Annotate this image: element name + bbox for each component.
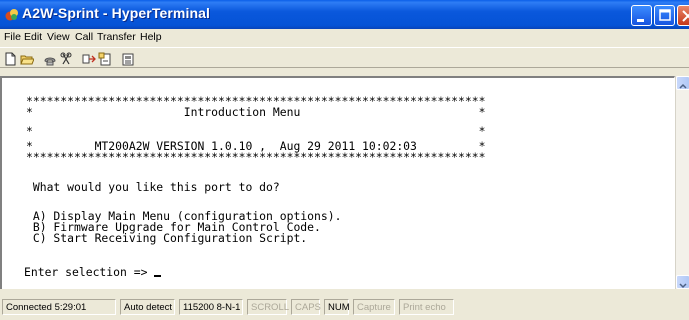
selection-prompt-label: Enter selection => <box>24 265 155 279</box>
menu-bar: File Edit View Call Transfer Help <box>0 29 689 47</box>
toolbar <box>0 47 689 68</box>
status-port-settings: 115200 8-N-1 <box>179 299 243 315</box>
window-title: A2W-Sprint - HyperTerminal <box>22 5 210 21</box>
terminal-prompt-question: What would you like this port to do? <box>26 180 280 194</box>
status-scroll: SCROLL <box>247 299 289 315</box>
terminal-line: * Introduction Menu * <box>26 105 486 119</box>
chevron-down-icon <box>679 283 687 289</box>
minimize-icon <box>637 19 644 22</box>
hyperterminal-window: A2W-Sprint - HyperTerminal File Edit Vie… <box>0 0 689 320</box>
scroll-up-button[interactable] <box>676 76 689 90</box>
status-num: NUM <box>324 299 350 315</box>
menu-transfer[interactable]: Transfer <box>97 31 136 43</box>
disconnect-icon[interactable] <box>59 51 73 65</box>
maximize-icon <box>659 9 671 21</box>
minimize-button[interactable] <box>631 5 652 26</box>
status-detect: Auto detect <box>120 299 175 315</box>
send-icon[interactable] <box>82 51 96 65</box>
status-capture: Capture <box>353 299 395 315</box>
selection-prompt[interactable]: Enter selection => <box>24 265 162 279</box>
terminal-text: ****************************************… <box>24 95 666 288</box>
menu-view[interactable]: View <box>47 31 70 43</box>
status-connected: Connected 5:29:01 <box>2 299 116 315</box>
terminal-line: ****************************************… <box>26 150 486 164</box>
receive-icon[interactable] <box>98 51 112 66</box>
terminal-line: * * <box>26 124 486 138</box>
close-button[interactable] <box>677 5 689 26</box>
open-icon[interactable] <box>20 51 35 65</box>
status-print-echo: Print echo <box>399 299 454 315</box>
menu-option-c: C) Start Receiving Configuration Script. <box>26 231 308 245</box>
status-caps: CAPS <box>291 299 321 315</box>
call-icon[interactable] <box>43 51 57 66</box>
menu-help[interactable]: Help <box>140 31 162 43</box>
menu-call[interactable]: Call <box>75 31 93 43</box>
menu-edit[interactable]: Edit <box>24 31 42 43</box>
maximize-button[interactable] <box>654 5 675 26</box>
hyperterminal-icon[interactable] <box>5 7 19 21</box>
scroll-down-button[interactable] <box>676 275 689 289</box>
new-icon[interactable] <box>3 51 17 66</box>
text-cursor <box>154 275 162 277</box>
status-bar: Connected 5:29:01 Auto detect 115200 8-N… <box>0 296 689 320</box>
title-bar[interactable]: A2W-Sprint - HyperTerminal <box>0 0 689 29</box>
properties-icon[interactable] <box>121 51 135 66</box>
chevron-up-icon <box>679 83 687 89</box>
vertical-scrollbar[interactable] <box>675 76 689 289</box>
close-icon <box>682 10 689 22</box>
menu-file[interactable]: File <box>4 31 21 43</box>
